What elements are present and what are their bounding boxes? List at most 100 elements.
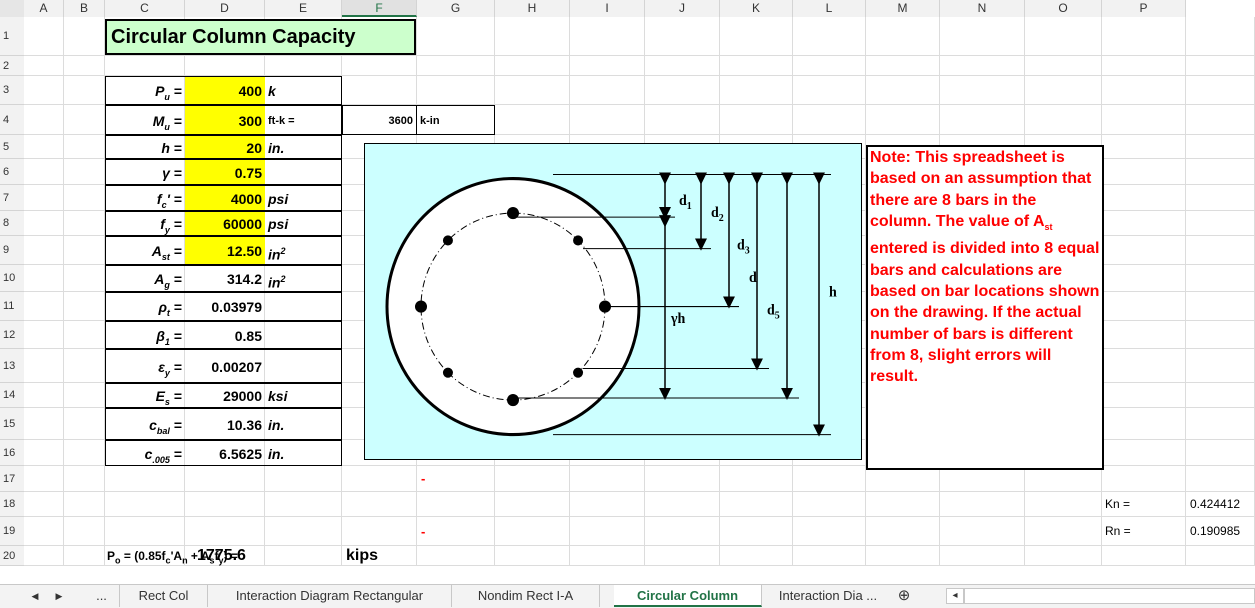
column-header-d[interactable]: D — [185, 0, 265, 17]
row-header-9[interactable]: 9 — [0, 236, 24, 265]
param-label-8[interactable]: ρt = — [105, 292, 185, 321]
param-label-0[interactable]: Pu = — [105, 76, 185, 105]
param-unit-13[interactable]: in. — [265, 440, 342, 466]
row-header-11[interactable]: 11 — [0, 292, 24, 321]
param-value-13[interactable]: 6.5625 — [185, 440, 265, 466]
param-label-9[interactable]: β1 = — [105, 321, 185, 349]
param-value-11[interactable]: 29000 — [185, 383, 265, 408]
row-header-2[interactable]: 2 — [0, 56, 24, 76]
column-header-p[interactable]: P — [1102, 0, 1186, 17]
tab-next-button[interactable]: ▶ — [50, 585, 68, 607]
rn-label[interactable]: Rn = — [1102, 517, 1131, 546]
param-value-4[interactable]: 4000 — [185, 185, 265, 211]
po-value[interactable]: 1775.6 — [197, 546, 246, 566]
param-unit-2[interactable]: in. — [265, 135, 342, 159]
tab-interaction-diagram-rectangular[interactable]: Interaction Diagram Rectangular — [208, 585, 452, 607]
row-header-14[interactable]: 14 — [0, 383, 24, 408]
param-unit-8[interactable] — [265, 292, 342, 321]
param-label-7[interactable]: Ag = — [105, 265, 185, 292]
param-label-2[interactable]: h = — [105, 135, 185, 159]
f17-dash[interactable]: - — [421, 466, 425, 492]
param-unit-5[interactable]: psi — [265, 211, 342, 236]
row-header-16[interactable]: 16 — [0, 440, 24, 466]
param-value-2[interactable]: 20 — [185, 135, 265, 159]
mu-kin-unit[interactable]: k-in — [417, 105, 495, 135]
param-value-5[interactable]: 60000 — [185, 211, 265, 236]
param-value-9[interactable]: 0.85 — [185, 321, 265, 349]
column-header-g[interactable]: G — [417, 0, 495, 17]
po-unit[interactable]: kips — [346, 546, 378, 566]
param-label-10[interactable]: εy = — [105, 349, 185, 383]
param-value-3[interactable]: 0.75 — [185, 159, 265, 185]
column-header-n[interactable]: N — [940, 0, 1025, 17]
row-header-10[interactable]: 10 — [0, 265, 24, 292]
kn-value[interactable]: 0.424412 — [1190, 492, 1240, 517]
column-header-h[interactable]: H — [495, 0, 570, 17]
param-unit-6[interactable]: in2 — [265, 236, 342, 265]
column-header-a[interactable]: A — [24, 0, 64, 17]
tab-rect-col[interactable]: Rect Col — [120, 585, 208, 607]
param-unit-4[interactable]: psi — [265, 185, 342, 211]
column-header-b[interactable]: B — [64, 0, 105, 17]
row-header-1[interactable]: 1 — [0, 17, 24, 56]
column-header-j[interactable]: J — [645, 0, 720, 17]
column-header-i[interactable]: I — [570, 0, 645, 17]
row-header-7[interactable]: 7 — [0, 185, 24, 211]
column-header-l[interactable]: L — [793, 0, 866, 17]
horizontal-scrollbar[interactable] — [964, 588, 1255, 604]
sheet-title[interactable]: Circular Column Capacity — [105, 19, 416, 55]
param-unit-9[interactable] — [265, 321, 342, 349]
param-unit-0[interactable]: k — [265, 76, 342, 105]
note-box[interactable]: Note: This spreadsheet is based on an as… — [866, 145, 1104, 470]
row-header-20[interactable]: 20 — [0, 546, 24, 566]
row-header-8[interactable]: 8 — [0, 211, 24, 236]
row-header-15[interactable]: 15 — [0, 408, 24, 440]
tab-prev-button[interactable]: ◀ — [26, 585, 44, 607]
param-value-10[interactable]: 0.00207 — [185, 349, 265, 383]
spreadsheet-grid[interactable]: ABCDEFGHIJKLMNOP 1 2 3 4 5 6 7 8 9 10 11 12 13 14 15 16… — [0, 0, 1255, 584]
param-unit-1[interactable]: ft-k = — [265, 105, 342, 135]
param-label-12[interactable]: cbal = — [105, 408, 185, 440]
tab-circular-column[interactable]: Circular Column — [614, 585, 762, 607]
rn-value[interactable]: 0.190985 — [1190, 517, 1240, 546]
row-header-3[interactable]: 3 — [0, 76, 24, 105]
row-header-17[interactable]: 17 — [0, 466, 24, 492]
mu-kin-value[interactable]: 3600 — [342, 105, 417, 135]
tab-nondim-rect[interactable]: Nondim Rect I-A — [452, 585, 600, 607]
param-unit-10[interactable] — [265, 349, 342, 383]
param-value-1[interactable]: 300 — [185, 105, 265, 135]
param-label-11[interactable]: Es = — [105, 383, 185, 408]
param-value-12[interactable]: 10.36 — [185, 408, 265, 440]
column-header-k[interactable]: K — [720, 0, 793, 17]
row-header-19[interactable]: 19 — [0, 517, 24, 546]
param-label-3[interactable]: γ = — [105, 159, 185, 185]
column-header-m[interactable]: M — [866, 0, 940, 17]
column-header-o[interactable]: O — [1025, 0, 1102, 17]
param-value-6[interactable]: 12.50 — [185, 236, 265, 265]
param-label-6[interactable]: Ast = — [105, 236, 185, 265]
param-value-8[interactable]: 0.03979 — [185, 292, 265, 321]
param-value-7[interactable]: 314.2 — [185, 265, 265, 292]
scrollbar-left-button[interactable]: ◂ — [946, 588, 964, 604]
param-unit-12[interactable]: in. — [265, 408, 342, 440]
row-header-13[interactable]: 13 — [0, 349, 24, 383]
tab-more-left[interactable]: ... — [84, 585, 120, 607]
param-label-1[interactable]: Mu = — [105, 105, 185, 135]
param-unit-3[interactable] — [265, 159, 342, 185]
add-sheet-icon[interactable]: ⊕ — [894, 585, 914, 607]
row-header-5[interactable]: 5 — [0, 135, 24, 159]
select-all-corner[interactable] — [0, 0, 24, 17]
param-unit-11[interactable]: ksi — [265, 383, 342, 408]
param-value-0[interactable]: 400 — [185, 76, 265, 105]
param-label-5[interactable]: fy = — [105, 211, 185, 236]
row-header-18[interactable]: 18 — [0, 492, 24, 517]
column-header-f[interactable]: F — [342, 0, 417, 17]
kn-label[interactable]: Kn = — [1102, 492, 1130, 517]
param-label-4[interactable]: fc' = — [105, 185, 185, 211]
row-header-12[interactable]: 12 — [0, 321, 24, 349]
f19-dash[interactable]: - — [421, 517, 425, 546]
column-header-c[interactable]: C — [105, 0, 185, 17]
row-header-6[interactable]: 6 — [0, 159, 24, 185]
param-unit-7[interactable]: in2 — [265, 265, 342, 292]
column-header-e[interactable]: E — [265, 0, 342, 17]
